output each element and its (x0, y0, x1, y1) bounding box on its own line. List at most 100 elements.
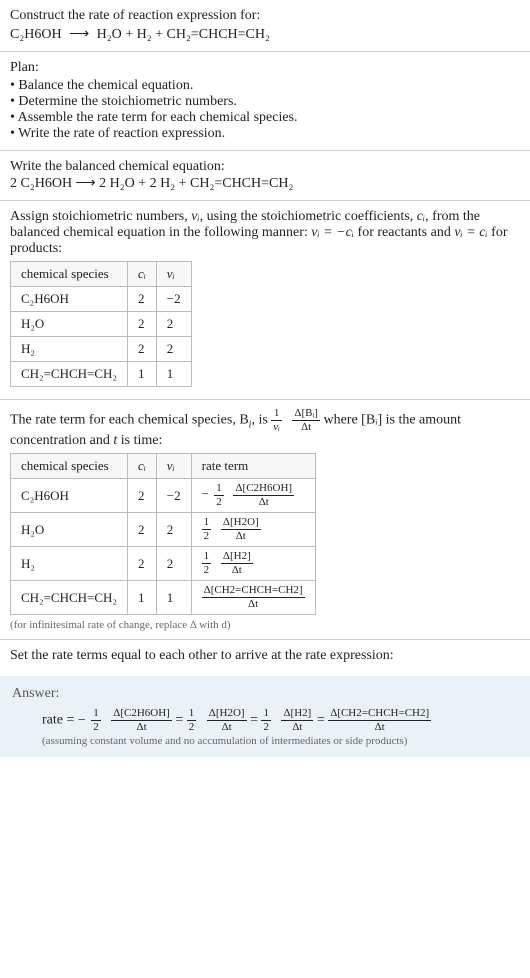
cell-ci: 2 (127, 337, 156, 362)
answer-note: (assuming constant volume and no accumul… (12, 735, 518, 747)
cell-nui: 1 (156, 362, 191, 387)
coef-frac: 1 2 (261, 708, 271, 733)
col-ci: cᵢ (127, 454, 156, 479)
plan-item: • Balance the chemical equation. (10, 78, 520, 94)
delta-frac: Δ[H2] Δt (221, 551, 253, 576)
minus-sign: − (202, 486, 211, 501)
cell-nui: 1 (156, 581, 191, 615)
table-row: H₂O 2 2 1 2 Δ[H2O] Δt (11, 513, 316, 547)
delta-frac: Δ[C2H6OH] Δt (233, 483, 294, 508)
cell-species: H₂ (11, 337, 128, 362)
stoich-text: Assign stoichiometric numbers, νᵢ, using… (10, 209, 520, 257)
cell-ci: 1 (127, 362, 156, 387)
table-row: H₂ 2 2 1 2 Δ[H2] Δt (11, 547, 316, 581)
coef-frac: 1 2 (187, 708, 197, 733)
frac-den: νᵢ (271, 421, 282, 433)
prompt-text: Construct the rate of reaction expressio… (10, 8, 520, 24)
prompt-section: Construct the rate of reaction expressio… (0, 0, 530, 52)
plan-item: • Determine the stoichiometric numbers. (10, 94, 520, 110)
delta-frac: Δ[H2O] Δt (221, 517, 261, 542)
stoich-rel-reactants: νᵢ = −cᵢ (311, 225, 354, 240)
table-row: CH₂=CHCH=CH₂ 1 1 (11, 362, 192, 387)
cell-nui: −2 (156, 479, 191, 513)
frac-deltaB-over-deltat: Δ[Bᵢ] Δt (292, 408, 320, 433)
nu-i-symbol: νᵢ (191, 209, 199, 224)
cell-rate-term: 1 2 Δ[H2O] Δt (191, 513, 315, 547)
cell-nui: −2 (156, 287, 191, 312)
cell-nui: 2 (156, 513, 191, 547)
rate-term-table: chemical species cᵢ νᵢ rate term C₂H6OH … (10, 453, 316, 615)
final-heading: Set the rate terms equal to each other t… (10, 648, 520, 664)
rate-eq-prefix: rate = (42, 713, 78, 728)
plan-item: • Write the rate of reaction expression. (10, 126, 520, 142)
cell-ci: 1 (127, 581, 156, 615)
cell-rate-term: Δ[CH2=CHCH=CH2] Δt (191, 581, 315, 615)
coef-frac: 1 2 (202, 517, 212, 542)
cell-species: H₂O (11, 513, 128, 547)
intro-b: , is (251, 413, 271, 428)
cell-species: C₂H6OH (11, 479, 128, 513)
plan-item: • Assemble the rate term for each chemic… (10, 110, 520, 126)
unbalanced-equation: C₂H6OH ⟶ H₂O + H₂ + CH₂=CHCH=CH₂ (10, 26, 520, 43)
table-row: C₂H6OH 2 −2 − 1 2 Δ[C2H6OH] Δt (11, 479, 316, 513)
coef-frac: 1 2 (202, 551, 212, 576)
reaction-arrow-icon: ⟶ (65, 27, 93, 42)
cell-ci: 2 (127, 287, 156, 312)
frac-one-over-nu: 1 νᵢ (271, 408, 282, 433)
cell-ci: 2 (127, 547, 156, 581)
cell-nui: 2 (156, 547, 191, 581)
cell-rate-term: 1 2 Δ[H2] Δt (191, 547, 315, 581)
cell-species: H₂ (11, 547, 128, 581)
stoich-table: chemical species cᵢ νᵢ C₂H6OH 2 −2 H₂O 2… (10, 261, 192, 387)
stoich-text-d: for reactants and (354, 225, 454, 240)
intro-d: is time: (117, 433, 162, 448)
col-species: chemical species (11, 454, 128, 479)
frac-num: Δ[Bᵢ] (292, 408, 320, 421)
rate-term-intro: The rate term for each chemical species,… (10, 408, 520, 449)
cell-ci: 2 (127, 312, 156, 337)
answer-label: Answer: (12, 686, 518, 702)
cell-nui: 2 (156, 337, 191, 362)
stoich-text-a: Assign stoichiometric numbers, (10, 209, 191, 224)
delta-frac: Δ[H2O] Δt (207, 708, 247, 733)
delta-frac: Δ[C2H6OH] Δt (111, 708, 172, 733)
eq-sep: = (317, 713, 328, 728)
col-nui: νᵢ (156, 454, 191, 479)
eq-rhs: H₂O + H₂ + CH₂=CHCH=CH₂ (97, 27, 270, 42)
intro-a: The rate term for each chemical species,… (10, 413, 249, 428)
delta-frac: Δ[H2] Δt (281, 708, 313, 733)
plan-section: Plan: • Balance the chemical equation. •… (0, 52, 530, 151)
table-row: H₂O 2 2 (11, 312, 192, 337)
stoich-text-b: , using the stoichiometric coefficients, (200, 209, 417, 224)
eq-sep: = (250, 713, 261, 728)
infinitesimal-note: (for infinitesimal rate of change, repla… (10, 619, 520, 631)
coef-frac: 1 2 (91, 708, 101, 733)
delta-frac: Δ[CH2=CHCH=CH2] Δt (202, 585, 305, 610)
eq-sep: = (175, 713, 186, 728)
final-heading-section: Set the rate terms equal to each other t… (0, 640, 530, 672)
cell-species: H₂O (11, 312, 128, 337)
answer-box: Answer: rate = − 1 2 Δ[C2H6OH] Δt = 1 2 … (0, 676, 530, 757)
frac-den: Δt (292, 421, 320, 433)
delta-frac: Δ[CH2=CHCH=CH2] Δt (328, 708, 431, 733)
cell-nui: 2 (156, 312, 191, 337)
rate-term-section: The rate term for each chemical species,… (0, 400, 530, 640)
table-header-row: chemical species cᵢ νᵢ rate term (11, 454, 316, 479)
table-header-row: chemical species cᵢ νᵢ (11, 262, 192, 287)
table-row: CH₂=CHCH=CH₂ 1 1 Δ[CH2=CHCH=CH2] Δt (11, 581, 316, 615)
table-row: C₂H6OH 2 −2 (11, 287, 192, 312)
stoich-section: Assign stoichiometric numbers, νᵢ, using… (0, 201, 530, 400)
table-row: H₂ 2 2 (11, 337, 192, 362)
col-nui: νᵢ (156, 262, 191, 287)
cell-species: CH₂=CHCH=CH₂ (11, 362, 128, 387)
cell-ci: 2 (127, 479, 156, 513)
balanced-section: Write the balanced chemical equation: 2 … (0, 151, 530, 201)
cell-species: C₂H6OH (11, 287, 128, 312)
eq-lhs: C₂H6OH (10, 27, 62, 42)
col-species: chemical species (11, 262, 128, 287)
balanced-equation: 2 C₂H6OH ⟶ 2 H₂O + 2 H₂ + CH₂=CHCH=CH₂ (10, 175, 520, 192)
cell-rate-term: − 1 2 Δ[C2H6OH] Δt (191, 479, 315, 513)
stoich-rel-products: νᵢ = cᵢ (454, 225, 487, 240)
col-ci: cᵢ (127, 262, 156, 287)
cell-ci: 2 (127, 513, 156, 547)
